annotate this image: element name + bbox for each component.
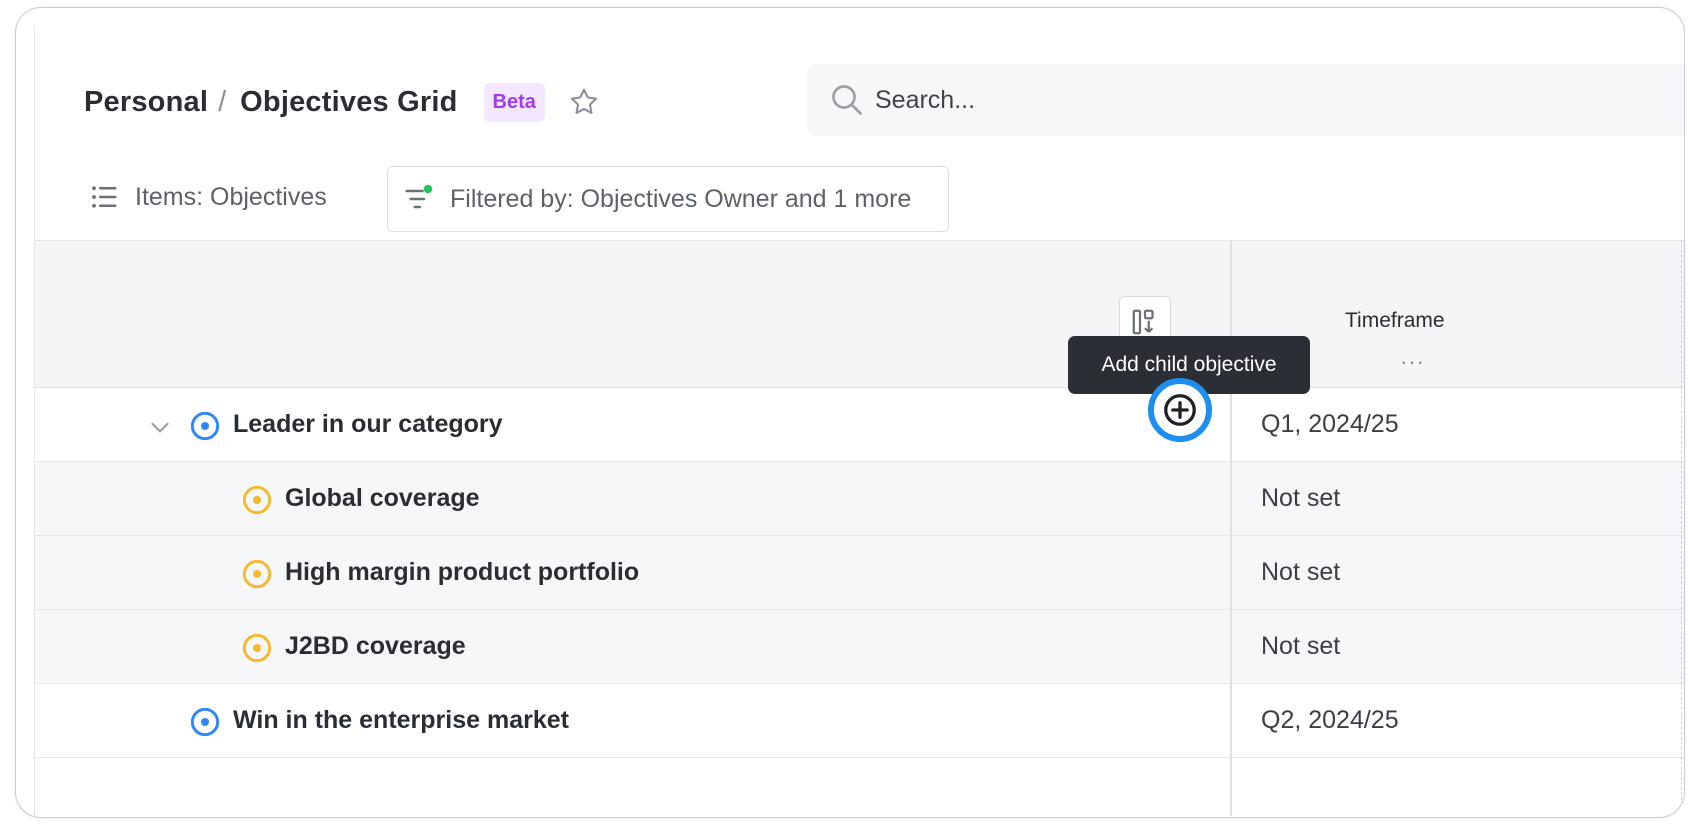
table-row[interactable]: High margin product portfolio Not set [35,536,1684,610]
objective-name[interactable]: High margin product portfolio [285,558,639,587]
column-header-timeframe[interactable]: Timeframe [1345,309,1445,333]
objective-target-icon [241,632,273,664]
timeframe-cell[interactable]: Q2, 2024/25 [1261,706,1399,735]
search-icon [829,82,865,118]
objective-name[interactable]: J2BD coverage [285,632,466,661]
breadcrumb-personal[interactable]: Personal [84,86,208,119]
breadcrumb: Personal / Objectives Grid Beta [84,77,601,127]
items-selector[interactable]: Items: Objectives [89,173,327,221]
list-icon [89,182,119,212]
objective-target-icon [189,410,221,442]
table-row[interactable]: Global coverage Not set [35,462,1684,536]
page-title: Objectives Grid [240,85,458,118]
objective-target-icon [241,484,273,516]
column-menu-icon[interactable]: ··· [1400,349,1425,375]
objectives-grid: Timeframe ··· Leader in our category Q1,… [35,240,1684,816]
filter-label: Filtered by: Objectives Owner and 1 more [450,184,912,213]
beta-badge: Beta [483,82,545,122]
objective-target-icon [189,706,221,738]
filter-icon [404,183,436,215]
items-label: Items: Objectives [135,182,327,211]
table-row[interactable]: J2BD coverage Not set [35,610,1684,684]
grid-header: Timeframe ··· [35,240,1684,388]
filter-button[interactable]: Filtered by: Objectives Owner and 1 more [387,166,949,232]
breadcrumb-separator: / [218,85,227,118]
objective-name[interactable]: Global coverage [285,484,480,513]
objective-name[interactable]: Win in the enterprise market [233,706,569,735]
chevron-down-icon[interactable] [147,414,173,440]
objective-target-icon [241,558,273,590]
app-window: Personal / Objectives Grid Beta Items: O… [15,7,1685,818]
timeframe-cell[interactable]: Not set [1261,558,1340,587]
table-row[interactable]: Leader in our category Q1, 2024/25 [35,388,1684,462]
timeframe-cell[interactable]: Q1, 2024/25 [1261,410,1399,439]
star-icon[interactable] [567,85,601,119]
objective-name[interactable]: Leader in our category [233,410,503,439]
search-input[interactable] [875,85,1575,115]
search-bar[interactable] [807,64,1684,136]
hierarchy-icon [1130,307,1160,337]
column-edge [1681,240,1682,816]
plus-circle-icon [1162,392,1198,428]
content-area: Personal / Objectives Grid Beta Items: O… [34,26,1684,816]
table-row[interactable]: Win in the enterprise market Q2, 2024/25 [35,684,1684,758]
column-divider[interactable] [1230,240,1232,816]
add-child-objective-button[interactable] [1148,378,1212,442]
timeframe-cell[interactable]: Not set [1261,484,1340,513]
timeframe-cell[interactable]: Not set [1261,632,1340,661]
